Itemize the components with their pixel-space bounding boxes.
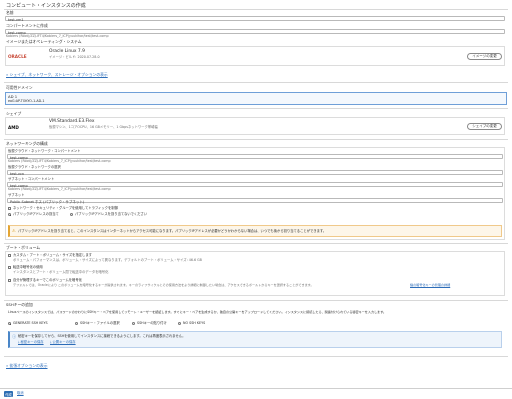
vcn-compartment-path: Kobiers (Root)/ZZJ-IFT4/Kobiers_7_ICP(yu… [8, 159, 111, 163]
vcn-select-value: test-vcn [10, 172, 25, 176]
change-shape-button[interactable]: シェイプの変更 [467, 123, 502, 130]
section-divider-network [4, 139, 508, 140]
public-ip-radio-label: パブリックIPアドレスの割当て [13, 212, 59, 217]
section-divider-ssh [4, 300, 508, 301]
footer-bar [0, 388, 512, 399]
cancel-link[interactable]: 取消 [17, 391, 24, 395]
image-label: イメージまたはオペレーティング・システム [6, 39, 82, 44]
create-button[interactable]: 作成 [4, 391, 13, 397]
image-name: Oracle Linux 7.9 [49, 49, 85, 54]
own-key-encryption-checkbox[interactable] [8, 279, 11, 282]
save-public-key-link[interactable]: ⤓ 公開キーの保存 [50, 340, 76, 344]
compartment-path: Kobiers (Root)/ZZJ-IFT4/Kobiers_7_ICP(yu… [6, 33, 109, 38]
compartment-label: コンパートメントに作成 [6, 23, 48, 28]
section-divider-ad [4, 82, 508, 83]
ssh-info-box: ⓘ 秘密キーを保存してから、SSHを使用してインスタンスに接続できるようにします… [8, 331, 502, 348]
oracle-logo: ORACLE [8, 54, 27, 59]
custom-boot-size-desc: ボリューム・パフォーマンスは、ボリューム・サイズによって異なります。デフォルトの… [13, 258, 202, 262]
show-advanced-options-link[interactable]: » 拡張オプションの表示 [6, 364, 48, 368]
warning-icon: ⚠ [12, 228, 16, 233]
availability-domain-card[interactable]: AD 1 eoG:AP-TOKYO-1-AD-1 [5, 92, 507, 105]
section-divider-advanced [4, 356, 508, 357]
create-button-label: 作成 [5, 392, 12, 397]
nsg-checkbox[interactable] [8, 207, 11, 210]
own-key-encryption-desc: デフォルトでは、Oracleにより このボリュームを暗号化するキーが提供されます… [13, 283, 314, 287]
subnet-select-value: Public Subnet ホス (パブリック・サブネット) [10, 200, 85, 204]
key-management-link[interactable]: 鍵の暗号化キーの管理の詳細 [410, 283, 450, 287]
generate-ssh-keys-radio[interactable] [8, 322, 11, 325]
choose-ssh-file-radio[interactable] [75, 322, 78, 325]
network-label: ネットワーキングの構成 [6, 141, 48, 146]
vcn-select[interactable]: test-vcn [7, 170, 503, 176]
save-public-key-label: 公開キーの保存 [52, 340, 76, 344]
custom-boot-size-checkbox[interactable] [8, 254, 11, 257]
section-divider-shape [4, 108, 508, 109]
name-input-value: test-vm1 [8, 18, 24, 22]
paste-ssh-key-radio[interactable] [132, 322, 135, 325]
show-shape-network-storage-label: シェイプ、ネットワーク、ストレージ・オプションの表示 [9, 72, 108, 77]
no-ssh-keys-radio[interactable] [178, 322, 181, 325]
save-private-key-link[interactable]: ⤓ 秘密キーの保存 [18, 340, 44, 344]
boot-volume-label: ブート・ボリューム [6, 245, 41, 250]
subnet-label: サブネット [8, 193, 25, 197]
image-build: イメージ・ビルド: 2020.07.28-0 [49, 55, 100, 59]
shape-detail: 仮想マシン、1コアOCPU、16 GBメモリー、1 Gbpsネットワーク帯域幅 [49, 125, 158, 129]
show-shape-network-storage-link[interactable]: » シェイプ、ネットワーク、ストレージ・オプションの表示 [6, 73, 108, 77]
amd-logo: AMD [8, 125, 19, 130]
subnet-compartment-path: Kobiers (Root)/ZZJ-IFT4/Kobiers_7_ICP(yu… [8, 187, 111, 191]
change-image-button[interactable]: イメージの変更 [467, 53, 502, 60]
availability-domain-name: eoG:AP-TOKYO-1-AD-1 [8, 99, 45, 103]
vcn-label: 仮想クラウド・ネットワークの選択 [8, 165, 61, 169]
paste-ssh-key-label: SSHキーの貼り付け [137, 321, 167, 326]
subnet-select[interactable]: Public Subnet ホス (パブリック・サブネット) [7, 198, 503, 204]
show-advanced-options-label: 拡張オプションの表示 [9, 363, 48, 368]
public-ip-warning: ⚠ パブリックIPアドレスを割り当てると、このインスタンスはインターネットからア… [8, 225, 502, 237]
shape-name: VM.Standard.E3.Flex [49, 119, 95, 124]
section-divider-boot [4, 243, 508, 244]
ssh-keys-desc: Linuxベースのインスタンスでは、パスワードのかわりにSSHキー・ペアを使用し… [8, 310, 387, 314]
name-input[interactable]: test-vm1 [5, 16, 505, 22]
title-divider [4, 9, 508, 10]
no-public-ip-radio[interactable] [70, 213, 73, 216]
vcn-compartment-label: 仮想クラウド・ネットワーク・コンパートメント [8, 149, 81, 153]
subnet-compartment-label: サブネット・コンパートメント [8, 177, 55, 181]
save-private-key-label: 秘密キーの保存 [20, 340, 44, 344]
ssh-keys-label: SSHキーの追加 [6, 302, 33, 307]
ssh-info-text: 秘密キーを保存してから、SSHを使用してインスタンスに接続できるようにします。こ… [18, 334, 186, 338]
in-transit-encryption-desc: インスタンスとブート・ボリューム間で転送中のデータを暗号化 [13, 270, 109, 274]
availability-domain-label: 可用性ドメイン [6, 85, 33, 90]
generate-ssh-keys-label: GENERATE SSH KEYS [13, 321, 48, 326]
warning-text: パブリックIPアドレスを割り当てると、このインスタンスはインターネットからアクセ… [18, 229, 327, 233]
info-icon: ⓘ [12, 334, 17, 339]
public-ip-radio[interactable] [8, 213, 11, 216]
no-public-ip-radio-label: パブリックIPアドレスを割り当てないでください [75, 212, 148, 217]
in-transit-encryption-checkbox[interactable] [8, 266, 11, 269]
nsg-checkbox-label: ネットワーク・セキュリティ・グループを使用してトラフィックを制御 [13, 206, 118, 211]
name-label: 名前 [6, 10, 14, 15]
no-ssh-keys-label: NO SSH KEYS [183, 321, 206, 326]
choose-ssh-file-label: SSHキー・ファイルの選択 [80, 321, 120, 326]
shape-label: シェイプ [6, 111, 22, 116]
